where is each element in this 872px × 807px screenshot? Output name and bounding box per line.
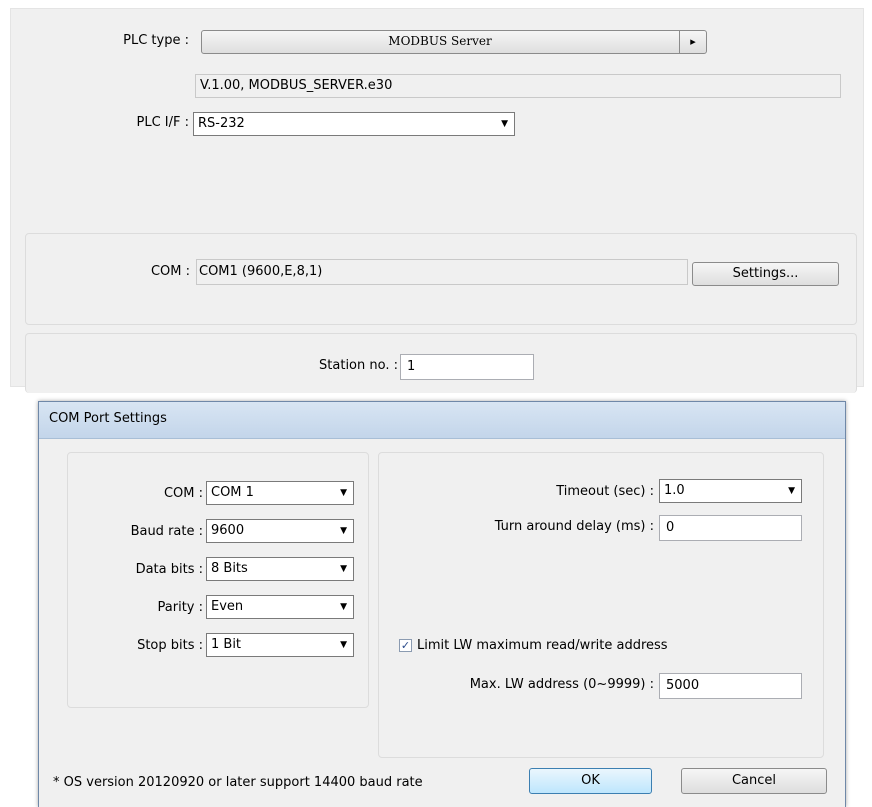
plc-type-label: PLC type :: [123, 33, 189, 48]
plc-if-label: PLC I/F :: [136, 115, 190, 130]
chevron-down-icon: ▼: [340, 526, 347, 536]
parity-select[interactable]: Even ▼: [206, 595, 354, 619]
chevron-down-icon: ▼: [340, 602, 347, 612]
data-bits-value: 8 Bits: [211, 561, 248, 576]
dialog-titlebar[interactable]: COM Port Settings: [39, 402, 845, 439]
plc-type-button[interactable]: MODBUS Server ▸: [201, 30, 707, 54]
plc-if-value: RS-232: [198, 116, 245, 131]
station-group: Station no. : 1: [25, 333, 857, 393]
parity-label: Parity :: [157, 600, 203, 615]
parity-value: Even: [211, 599, 244, 614]
driver-info-field: V.1.00, MODBUS_SERVER.e30: [195, 74, 841, 98]
protocol-params-group: Timeout (sec) : 1.0 ▼ Turn around delay …: [378, 452, 824, 758]
baud-rate-label: Baud rate :: [130, 524, 203, 539]
stop-bits-value: 1 Bit: [211, 637, 242, 652]
com-summary-field: COM1 (9600,E,8,1): [196, 259, 688, 285]
plc-settings-panel: PLC type : MODBUS Server ▸ V.1.00, MODBU…: [10, 8, 864, 393]
dialog-title: COM Port Settings: [49, 411, 167, 426]
chevron-down-icon: ▼: [340, 640, 347, 650]
cancel-button[interactable]: Cancel: [681, 768, 827, 794]
checkmark-icon: ✓: [400, 639, 411, 652]
settings-button[interactable]: Settings...: [692, 262, 839, 286]
com-label: COM :: [150, 264, 190, 279]
data-bits-label: Data bits :: [135, 562, 203, 577]
chevron-down-icon: ▼: [340, 564, 347, 574]
plc-if-select[interactable]: RS-232 ▼: [193, 112, 515, 136]
limit-lw-label[interactable]: Limit LW maximum read/write address: [417, 637, 668, 655]
timeout-value: 1.0: [664, 483, 685, 498]
timeout-label: Timeout (sec) :: [556, 484, 654, 499]
turnaround-delay-input[interactable]: 0: [659, 515, 802, 541]
max-lw-label: Max. LW address (0~9999) :: [469, 677, 654, 692]
dialog-com-label: COM :: [163, 486, 203, 501]
serial-params-group: COM : COM 1 ▼ Baud rate : 9600 ▼ Data bi…: [67, 452, 369, 708]
station-input[interactable]: 1: [400, 354, 534, 380]
com-port-settings-dialog: COM Port Settings COM : COM 1 ▼ Baud rat…: [38, 401, 846, 807]
com-group: COM : COM1 (9600,E,8,1) Settings...: [25, 233, 857, 325]
chevron-down-icon: ▼: [788, 486, 795, 496]
ok-button[interactable]: OK: [529, 768, 652, 794]
timeout-select[interactable]: 1.0 ▼: [659, 479, 802, 503]
plc-type-value: MODBUS Server: [388, 34, 492, 48]
station-label: Station no. :: [319, 358, 398, 373]
data-bits-select[interactable]: 8 Bits ▼: [206, 557, 354, 581]
limit-lw-checkbox[interactable]: ✓: [399, 639, 412, 652]
chevron-down-icon: ▼: [501, 119, 508, 129]
baud-rate-select[interactable]: 9600 ▼: [206, 519, 354, 543]
baud-rate-value: 9600: [211, 523, 245, 538]
stop-bits-label: Stop bits :: [137, 638, 203, 653]
max-lw-input[interactable]: 5000: [659, 673, 802, 699]
chevron-down-icon: ▼: [340, 488, 347, 498]
turnaround-delay-label: Turn around delay (ms) :: [494, 519, 654, 534]
arrow-right-icon: ▸: [679, 31, 706, 53]
baud-rate-footnote: * OS version 20120920 or later support 1…: [53, 775, 423, 790]
com-select[interactable]: COM 1 ▼: [206, 481, 354, 505]
com-select-value: COM 1: [211, 485, 254, 500]
stop-bits-select[interactable]: 1 Bit ▼: [206, 633, 354, 657]
